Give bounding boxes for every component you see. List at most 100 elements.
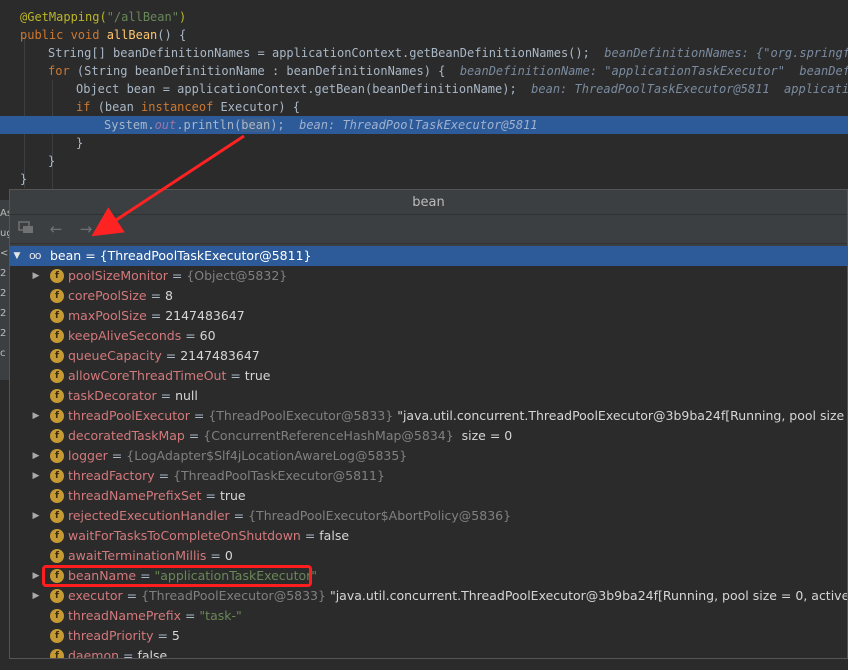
equals-sign: =: [81, 248, 100, 263]
back-arrow-icon[interactable]: ←: [46, 219, 66, 239]
equals-sign: =: [107, 448, 127, 463]
tree-row-threadPriority[interactable]: f threadPriority = 5: [10, 626, 847, 646]
field-value: 0: [224, 548, 233, 563]
equals-sign: =: [154, 468, 174, 483]
tree-row-daemon[interactable]: f daemon = false: [10, 646, 847, 658]
field-icon: f: [50, 549, 64, 563]
field-name: rejectedExecutionHandler: [68, 508, 230, 523]
code-line[interactable]: String[] beanDefinitionNames = applicati…: [0, 44, 848, 62]
tree-row-queueCapacity[interactable]: f queueCapacity = 2147483647: [10, 346, 847, 366]
field-name: taskDecorator: [68, 388, 157, 403]
field-name: threadNamePrefix: [68, 608, 181, 623]
field-name: executor: [68, 588, 123, 603]
field-value: size = 0: [453, 428, 513, 443]
forward-arrow-icon[interactable]: →: [76, 219, 96, 239]
expand-arrow-icon[interactable]: ▶: [31, 506, 41, 526]
tree-row-maxPoolSize[interactable]: f maxPoolSize = 2147483647: [10, 306, 847, 326]
field-value: "java.util.concurrent.ThreadPoolExecutor…: [397, 408, 845, 423]
code-line[interactable]: if (bean instanceof Executor) {: [0, 98, 848, 116]
variables-tree[interactable]: ▼ oo bean = {ThreadPoolTaskExecutor@5811} ▶…: [10, 246, 847, 658]
popup-toolbar: ← →: [10, 215, 847, 244]
code-token: (bean: [97, 100, 142, 114]
field-value: 5: [171, 628, 180, 643]
field-icon: f: [50, 369, 64, 383]
equals-sign: =: [181, 608, 200, 623]
tree-row-root[interactable]: ▼ oo bean = {ThreadPoolTaskExecutor@5811}: [10, 246, 847, 266]
field-icon: f: [50, 429, 64, 443]
expand-arrow-icon[interactable]: ▶: [31, 586, 41, 606]
tool-strip-label[interactable]: 2: [0, 288, 9, 299]
field-name: allowCoreThreadTimeOut: [68, 368, 227, 383]
field-ref: {ThreadPoolExecutor@5833}: [141, 588, 326, 603]
field-name: maxPoolSize: [68, 308, 147, 323]
tree-row-waitForTasksToCompleteOnShutdown[interactable]: f waitForTasksToCompleteOnShutdown = fals…: [10, 526, 847, 546]
expand-arrow-icon[interactable]: ▶: [31, 266, 41, 286]
field-icon: f: [50, 309, 64, 323]
code-token: }: [48, 154, 56, 168]
tree-row-corePoolSize[interactable]: f corePoolSize = 8: [10, 286, 847, 306]
collapse-arrow-icon[interactable]: ▼: [12, 246, 22, 266]
code-token: .println(: [176, 118, 242, 132]
expand-arrow-icon[interactable]: ▶: [31, 566, 41, 586]
code-editor[interactable]: @GetMapping("/allBean") public void allBe…: [0, 0, 848, 212]
code-line[interactable]: Object bean = applicationContext.getBean…: [0, 80, 848, 98]
tree-row-threadFactory[interactable]: ▶ f threadFactory = {ThreadPoolTaskExecuto…: [10, 466, 847, 486]
tree-row-keepAliveSeconds[interactable]: f keepAliveSeconds = 60: [10, 326, 847, 346]
equals-sign: =: [226, 368, 245, 383]
tree-row-allowCoreThreadTimeOut[interactable]: f allowCoreThreadTimeOut = true: [10, 366, 847, 386]
frame-icon[interactable]: [16, 219, 36, 239]
field-icon: f: [50, 629, 64, 643]
code-token: for: [48, 64, 77, 78]
code-line[interactable]: }: [0, 152, 848, 170]
tool-strip-label[interactable]: c: [0, 348, 9, 359]
code-token: }: [76, 136, 84, 150]
field-value: true: [244, 368, 271, 383]
tool-strip-label[interactable]: 2: [0, 308, 9, 319]
code-line[interactable]: @GetMapping("/allBean"): [0, 8, 848, 26]
tree-row-taskDecorator[interactable]: f taskDecorator = null: [10, 386, 847, 406]
tool-strip-label[interactable]: ug: [0, 228, 9, 239]
tree-row-threadPoolExecutor[interactable]: ▶ f threadPoolExecutor = {ThreadPoolExecut…: [10, 406, 847, 426]
tree-row-executor[interactable]: ▶ f executor = {ThreadPoolExecutor@5833} "…: [10, 586, 847, 606]
code-line-current[interactable]: System.out.println(bean); bean: ThreadPo…: [0, 116, 848, 134]
tree-row-rejectedExecutionHandler[interactable]: ▶ f rejectedExecutionHandler = {ThreadPool…: [10, 506, 847, 526]
expand-arrow-icon[interactable]: ▶: [31, 406, 41, 426]
field-ref: {LogAdapter$Slf4jLocationAwareLog@5835}: [126, 448, 408, 463]
field-value: false: [319, 528, 350, 543]
variable-ref: {ThreadPoolTaskExecutor@5811}: [99, 248, 312, 263]
code-token: Object bean = applicationContext.getBean…: [76, 82, 532, 96]
expand-arrow-icon[interactable]: ▶: [31, 466, 41, 486]
popup-title: bean: [10, 190, 847, 215]
tree-row-threadNamePrefix[interactable]: f threadNamePrefix = "task-": [10, 606, 847, 626]
tool-strip-label[interactable]: As: [0, 208, 9, 219]
equals-sign: =: [122, 588, 142, 603]
field-icon: f: [50, 609, 64, 623]
left-tool-strip: As ug <2 2 2 2 c: [0, 200, 9, 380]
code-line[interactable]: }: [0, 134, 848, 152]
tool-strip-label[interactable]: 2: [0, 268, 9, 279]
tool-strip-label[interactable]: <: [0, 248, 9, 259]
variable-inspector-popup[interactable]: bean ← → ▼ oo bean = {ThreadPoolTaskExecut…: [9, 189, 848, 659]
code-line[interactable]: }: [0, 170, 848, 188]
tree-row-poolSizeMonitor[interactable]: ▶ f poolSizeMonitor = {Object@5832}: [10, 266, 847, 286]
tree-row-decoratedTaskMap[interactable]: f decoratedTaskMap = {ConcurrentReference…: [10, 426, 847, 446]
equals-sign: =: [119, 648, 138, 658]
field-name: logger: [68, 448, 108, 463]
tree-row-logger[interactable]: ▶ f logger = {LogAdapter$Slf4jLocationAwar…: [10, 446, 847, 466]
tool-strip-label[interactable]: 2: [0, 328, 9, 339]
field-string-value: "task-": [199, 608, 242, 623]
code-line[interactable]: for (String beanDefinitionName : beanDef…: [0, 62, 848, 80]
equals-sign: =: [201, 488, 220, 503]
field-icon: f: [50, 269, 64, 283]
tree-row-awaitTerminationMillis[interactable]: f awaitTerminationMillis = 0: [10, 546, 847, 566]
field-icon: f: [50, 329, 64, 343]
code-token: bean: [241, 118, 271, 132]
code-token: out: [154, 118, 177, 132]
code-line[interactable]: public void allBean() {: [0, 26, 848, 44]
equals-sign: =: [184, 428, 204, 443]
code-token: "/allBean": [106, 10, 179, 24]
expand-arrow-icon[interactable]: ▶: [31, 446, 41, 466]
code-token: }: [20, 172, 28, 186]
tree-row-threadNamePrefixSet[interactable]: f threadNamePrefixSet = true: [10, 486, 847, 506]
field-ref: {ConcurrentReferenceHashMap@5834}: [203, 428, 454, 443]
